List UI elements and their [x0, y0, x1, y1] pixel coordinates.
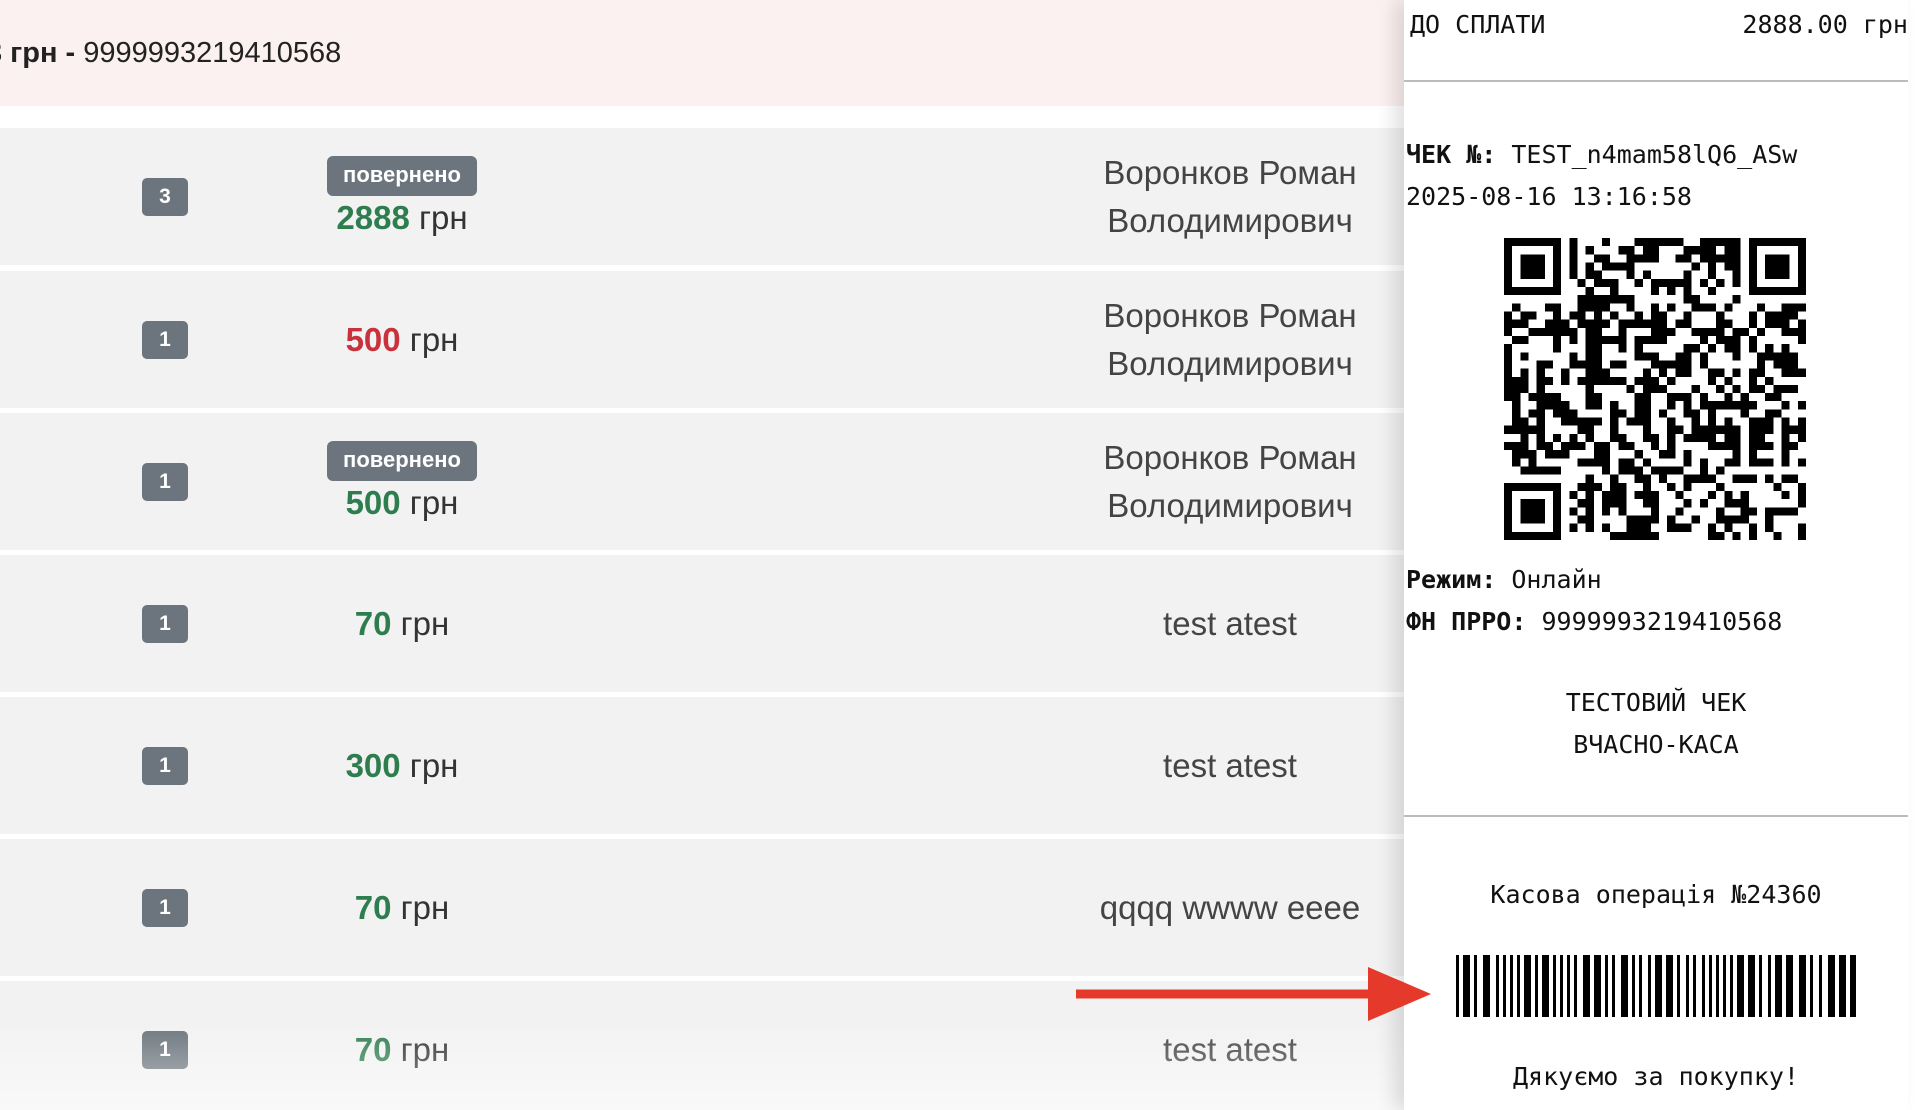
- amount-value: 70: [354, 888, 392, 926]
- customer-line: Воронков Роман: [1103, 438, 1357, 476]
- customer-name: Воронков Роман Володимирович: [1080, 413, 1380, 550]
- check-label: ЧЕК №:: [1406, 140, 1497, 169]
- count-badge: 1: [142, 462, 188, 501]
- amount: 70 грн: [355, 1030, 450, 1070]
- table-row[interactable]: 1 повернено 500 грн Воронков Роман Волод…: [0, 413, 1404, 550]
- check-datetime: 2025-08-16 13:16:58: [1406, 182, 1692, 211]
- test-receipt-line: ТЕСТОВИЙ ЧЕК: [1565, 688, 1747, 717]
- amount: 500 грн: [346, 320, 459, 360]
- transactions-list: 3 грн - 9999993219410568 3 повернено 288…: [0, 0, 1404, 1110]
- count-badge: 1: [142, 320, 188, 359]
- amount-currency: грн: [409, 746, 459, 784]
- arrow-icon: [1076, 967, 1431, 1021]
- fiscal-number-line: ФН ПРРО: 9999993219410568: [1406, 607, 1782, 636]
- amount-cell: повернено 2888 грн: [300, 128, 504, 265]
- banner-fiscal-number: 9999993219410568: [83, 36, 342, 69]
- count-badge: 1: [142, 888, 188, 927]
- check-value: TEST_n4mam58lQ6_ASw: [1511, 140, 1798, 169]
- status-badge: повернено: [327, 155, 477, 196]
- fiscal-number-value: 9999993219410568: [1541, 607, 1783, 636]
- amount-currency: грн: [400, 1030, 450, 1068]
- amount-value: 500: [345, 320, 401, 358]
- amount-value: 500: [345, 483, 401, 521]
- amount-value: 2888: [336, 198, 410, 236]
- customer-line: Володимирович: [1107, 201, 1353, 239]
- amount: 500 грн: [346, 483, 459, 523]
- to-pay-value: 2888.00 грн: [1742, 10, 1908, 39]
- banner-amount: 3 грн -: [0, 36, 76, 69]
- count-badge: 1: [142, 746, 188, 785]
- receipt-divider: [1404, 80, 1908, 82]
- amount-currency: грн: [418, 198, 468, 236]
- to-pay-label: ДО СПЛАТИ: [1410, 10, 1546, 39]
- customer-name: Воронков Роман Володимирович: [1080, 271, 1380, 408]
- customer-line: Володимирович: [1107, 486, 1353, 524]
- amount-currency: грн: [400, 888, 450, 926]
- receipt-panel: ДО СПЛАТИ 2888.00 грн ЧЕК №: TEST_n4mam5…: [1404, 0, 1908, 1110]
- amount-value: 300: [345, 746, 401, 784]
- amount-cell: 70 грн: [300, 981, 504, 1110]
- mode-line: Режим: Онлайн: [1406, 565, 1602, 594]
- amount-currency: грн: [400, 604, 450, 642]
- cash-operation: Касова операція №24360: [1490, 880, 1822, 909]
- amount: 300 грн: [346, 746, 459, 786]
- amount-currency: грн: [409, 483, 459, 521]
- table-row[interactable]: 3 повернено 2888 грн Воронков Роман Воло…: [0, 128, 1404, 265]
- count-badge: 1: [142, 604, 188, 643]
- customer-name: qqqq wwww eeee: [1080, 839, 1380, 976]
- amount-value: 70: [354, 1030, 392, 1068]
- selected-transaction-banner: 3 грн - 9999993219410568: [0, 0, 1404, 106]
- amount-cell: повернено 500 грн: [300, 413, 504, 550]
- amount: 2888 грн: [336, 198, 467, 238]
- amount-cell: 300 грн: [300, 697, 504, 834]
- customer-line: test atest: [1163, 746, 1297, 784]
- amount-cell: 70 грн: [300, 555, 504, 692]
- amount-cell: 500 грн: [300, 271, 504, 408]
- mode-label: Режим:: [1406, 565, 1497, 594]
- amount-value: 70: [354, 604, 392, 642]
- customer-name: Воронков Роман Володимирович: [1080, 128, 1380, 265]
- amount-cell: 70 грн: [300, 839, 504, 976]
- customer-line: Володимирович: [1107, 344, 1353, 382]
- customer-name: test atest: [1080, 697, 1380, 834]
- customer-line: Воронков Роман: [1103, 296, 1357, 334]
- check-number: ЧЕК №: TEST_n4mam58lQ6_ASw: [1406, 140, 1797, 169]
- count-badge: 3: [142, 177, 188, 216]
- barcode: [1456, 955, 1856, 1017]
- to-pay-row: ДО СПЛАТИ 2888.00 грн: [1410, 10, 1908, 39]
- receipt-divider: [1404, 815, 1908, 817]
- customer-line: test atest: [1163, 604, 1297, 642]
- fiscal-number-label: ФН ПРРО:: [1406, 607, 1527, 636]
- table-row[interactable]: 1 70 грн test atest: [0, 555, 1404, 692]
- mode-value: Онлайн: [1511, 565, 1602, 594]
- table-row[interactable]: 1 500 грн Воронков Роман Володимирович: [0, 271, 1404, 408]
- status-badge: повернено: [327, 440, 477, 481]
- customer-line: Воронков Роман: [1103, 153, 1357, 191]
- customer-line: qqqq wwww eeee: [1099, 888, 1361, 926]
- customer-line: test atest: [1163, 1030, 1297, 1068]
- table-row[interactable]: 1 70 грн qqqq wwww eeee: [0, 839, 1404, 976]
- qr-code: [1504, 238, 1806, 540]
- thanks-message: Дякуємо за покупку!: [1513, 1062, 1799, 1091]
- table-row[interactable]: 1 300 грн test atest: [0, 697, 1404, 834]
- amount-currency: грн: [409, 320, 459, 358]
- provider-line: ВЧАСНО-КАСА: [1573, 730, 1739, 759]
- customer-name: test atest: [1080, 555, 1380, 692]
- amount: 70 грн: [355, 604, 450, 644]
- amount: 70 грн: [355, 888, 450, 928]
- count-badge: 1: [142, 1030, 188, 1069]
